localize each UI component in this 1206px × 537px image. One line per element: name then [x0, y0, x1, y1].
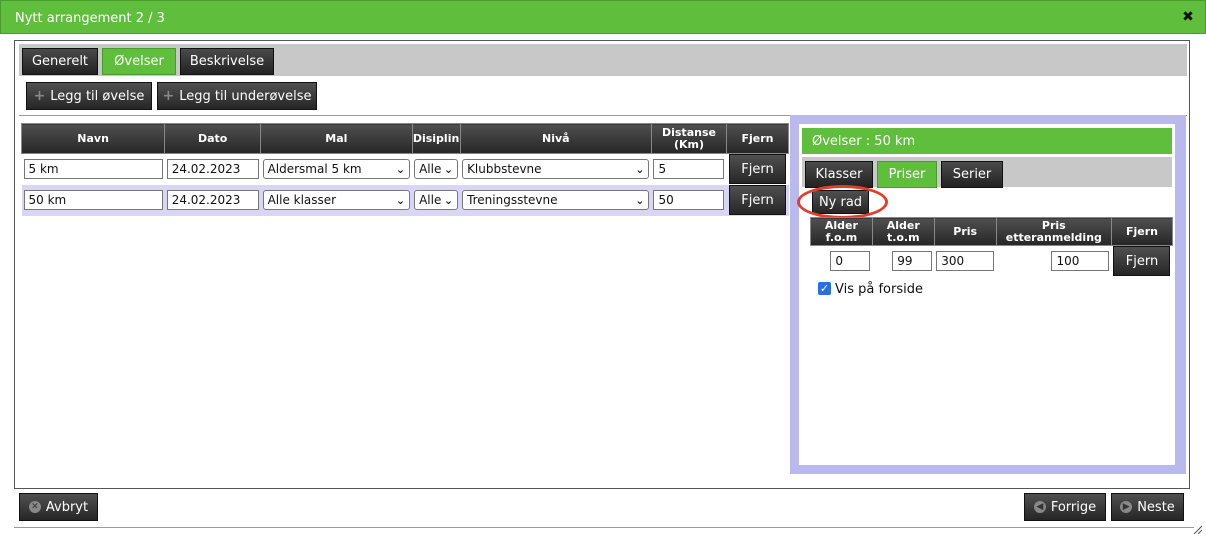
- price-header-row: Alder f.o.m Alder t.o.m Pris Pris ettera…: [810, 217, 1174, 246]
- arrow-right-icon: ▶: [1120, 501, 1133, 513]
- remove-button[interactable]: Fjern: [728, 154, 786, 185]
- late-price-input[interactable]: 100: [1051, 251, 1110, 272]
- next-label: Neste: [1137, 499, 1175, 515]
- distance-input[interactable]: 50: [653, 190, 725, 210]
- cancel-label: Avbryt: [45, 499, 89, 515]
- name-input[interactable]: 5 km: [23, 159, 163, 180]
- header-distanse: Distanse (Km): [650, 123, 727, 154]
- side-panel-heading: Øvelser : 50 km: [802, 128, 1172, 154]
- show-on-front-checkbox[interactable]: ✓: [818, 282, 831, 295]
- main-panel: Generelt Øvelser Beskrivelse + Legg til …: [14, 40, 1190, 489]
- header-pris: Pris: [933, 217, 997, 246]
- chevron-down-icon: ⌄: [443, 162, 454, 176]
- age-from-input[interactable]: 0: [830, 251, 871, 272]
- tab-priser[interactable]: Priser: [877, 161, 937, 188]
- remove-price-button[interactable]: Fjern: [1113, 246, 1171, 277]
- add-exercise-button[interactable]: + Legg til øvelse: [26, 82, 152, 110]
- discipline-select[interactable]: Alle ⌄: [414, 190, 459, 210]
- table-row: 0 99 300 100 Fjern: [811, 246, 1173, 277]
- plus-icon: +: [162, 88, 175, 104]
- level-select[interactable]: Treningsstevne ⌄: [462, 190, 650, 210]
- highlight-ring: [797, 185, 888, 219]
- discipline-select[interactable]: Alle ⌄: [414, 159, 459, 180]
- tab-strip: Generelt Øvelser Beskrivelse: [19, 44, 1187, 76]
- plus-icon: +: [33, 88, 46, 104]
- table-row: 50 km 24.02.2023 Alle klasser ⌄ Alle ⌄ Tre…: [21, 184, 789, 216]
- price-table: Alder f.o.m Alder t.o.m Pris Pris ettera…: [810, 217, 1174, 277]
- table-row: 5 km 24.02.2023 Aldersmal 5 km ⌄ Alle ⌄ Kl…: [22, 154, 789, 185]
- level-value: Klubbstevne: [467, 162, 542, 177]
- template-value: Alle klasser: [267, 193, 337, 207]
- tab-ovelser[interactable]: Øvelser: [102, 48, 176, 75]
- tab-serier[interactable]: Serier: [941, 161, 1003, 188]
- template-select[interactable]: Aldersmal 5 km ⌄: [262, 159, 411, 180]
- add-exercise-label: Legg til øvelse: [50, 88, 145, 104]
- close-icon[interactable]: ✖: [1181, 10, 1195, 24]
- tab-klasser[interactable]: Klasser: [805, 161, 873, 188]
- chevron-down-icon: ⌄: [395, 193, 406, 207]
- age-to-input[interactable]: 99: [892, 251, 933, 272]
- level-value: Treningsstevne: [467, 193, 558, 207]
- date-input[interactable]: 24.02.2023: [166, 159, 259, 180]
- price-input[interactable]: 300: [936, 251, 995, 272]
- cancel-button[interactable]: ✕ Avbryt: [19, 493, 98, 521]
- dialog-title: Nytt arrangement 2 / 3: [15, 11, 165, 26]
- show-on-front-label: Vis på forside: [835, 282, 923, 297]
- price-side-panel: Øvelser : 50 km Klasser Priser Serier Ny…: [790, 115, 1186, 474]
- date-input[interactable]: 24.02.2023: [166, 190, 259, 210]
- previous-button[interactable]: ◀ Forrige: [1024, 493, 1106, 521]
- header-niva: Nivå: [459, 123, 652, 154]
- arrow-left-icon: ◀: [1033, 501, 1046, 513]
- tab-generelt[interactable]: Generelt: [22, 48, 98, 75]
- header-disiplin: Disiplin: [411, 123, 461, 154]
- price-panel-body: Øvelser : 50 km Klasser Priser Serier Ny…: [797, 124, 1175, 465]
- chevron-down-icon: ⌄: [395, 162, 406, 176]
- discipline-value: Alle: [419, 162, 442, 177]
- header-alder-tom: Alder t.o.m: [871, 217, 935, 246]
- remove-button[interactable]: Fjern: [728, 185, 786, 215]
- previous-label: Forrige: [1050, 499, 1097, 515]
- resize-handle-icon[interactable]: [1192, 524, 1202, 534]
- chevron-down-icon: ⌄: [443, 193, 454, 207]
- chevron-down-icon: ⌄: [635, 193, 645, 207]
- distance-input[interactable]: 5: [653, 159, 725, 180]
- template-select[interactable]: Alle klasser ⌄: [262, 190, 411, 210]
- header-fjern: Fjern: [1110, 217, 1174, 246]
- cancel-icon: ✕: [28, 501, 41, 513]
- discipline-value: Alle: [419, 193, 442, 207]
- name-input[interactable]: 50 km: [23, 190, 163, 210]
- header-fjern: Fjern: [725, 123, 790, 154]
- template-value: Aldersmal 5 km: [267, 162, 362, 177]
- add-subexercise-button[interactable]: + Legg til underøvelse: [157, 82, 317, 110]
- header-pris-etter: Pris etteranmelding: [995, 217, 1112, 246]
- chevron-down-icon: ⌄: [635, 162, 645, 176]
- add-subexercise-label: Legg til underøvelse: [179, 88, 312, 104]
- exercises-header-row: Navn Dato Mal Disiplin Nivå Distanse (Km…: [20, 123, 790, 154]
- exercises-table: Navn Dato Mal Disiplin Nivå Distanse (Km…: [20, 123, 790, 216]
- header-alder-fom: Alder f.o.m: [810, 217, 873, 246]
- sub-tab-strip: Klasser Priser Serier: [802, 157, 1172, 188]
- header-navn: Navn: [20, 123, 166, 154]
- header-dato: Dato: [164, 123, 262, 154]
- dialog-titlebar: Nytt arrangement 2 / 3 ✖: [0, 0, 1206, 34]
- level-select[interactable]: Klubbstevne ⌄: [462, 159, 650, 180]
- next-button[interactable]: ▶ Neste: [1111, 493, 1184, 521]
- tab-beskrivelse[interactable]: Beskrivelse: [180, 48, 274, 75]
- header-mal: Mal: [260, 123, 413, 154]
- footer-divider: [14, 527, 1194, 528]
